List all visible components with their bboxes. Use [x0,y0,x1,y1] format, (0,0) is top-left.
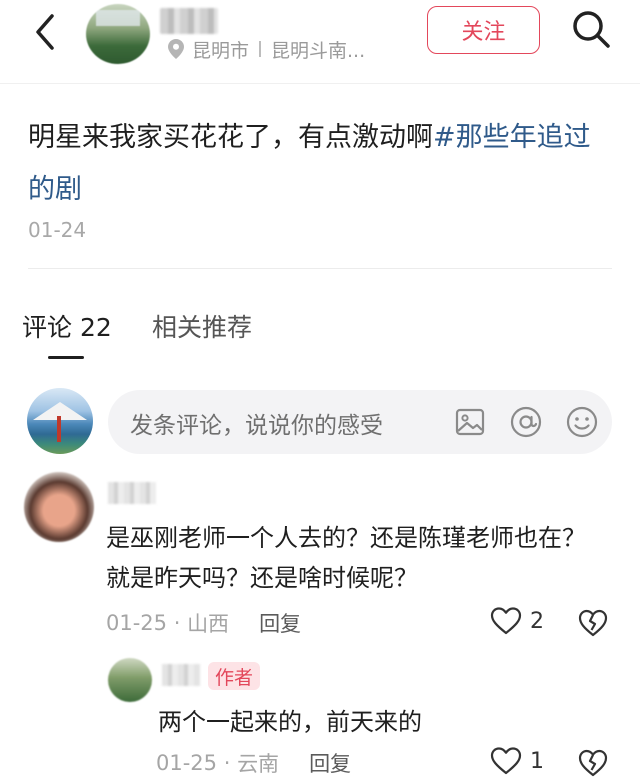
post-date: 01-24 [28,218,87,242]
heart-icon [490,747,522,775]
author-badge: 作者 [208,662,260,690]
reply-button[interactable]: 回复 [309,748,351,778]
follow-button[interactable]: 关注 [427,6,540,54]
broken-heart-icon[interactable] [578,748,608,778]
comment-input[interactable]: 发条评论，说说你的感受 [108,390,612,454]
search-button[interactable] [570,8,612,50]
author-name-blurred[interactable] [160,8,218,34]
avatar-pole-shape [57,416,61,442]
post-body-text: 明星来我家买花花了，有点激动啊 [28,122,433,153]
reply-button[interactable]: 回复 [259,608,301,638]
my-avatar[interactable] [27,388,93,454]
reply-text: 两个一起来的，前天来的 [158,708,422,736]
back-button[interactable] [26,12,66,52]
location-separator [259,41,262,57]
location-pin-icon [168,39,184,59]
comment-meta: 01-25 · 山西 回复 [106,608,301,638]
like-count: 1 [530,748,544,774]
heart-icon [490,607,522,635]
comment-text: 是巫刚老师一个人去的？还是陈瑾老师也在？就是昨天吗？还是啥时候呢？ [106,524,586,592]
top-bar: 昆明市 昆明斗南... 关注 [0,0,640,84]
reply-date: 01-25 [156,751,218,775]
post-text: 明星来我家买花花了，有点激动啊#那些年追过的剧 [28,112,613,216]
commenter-avatar[interactable] [24,472,94,542]
like-button[interactable]: 2 [490,606,544,636]
reply-name-blurred[interactable] [162,664,200,686]
reply-meta: 01-25 · 云南 回复 [156,748,351,778]
location-city: 昆明市 [192,39,250,62]
comment-date: 01-25 [106,611,168,635]
tab-related[interactable]: 相关推荐 [152,308,252,344]
divider [28,268,612,269]
emoji-icon[interactable] [564,404,600,440]
meta-separator: · [217,751,238,775]
meta-separator: · [167,611,188,635]
like-count: 2 [530,608,544,634]
location-detail: 昆明斗南... [271,39,366,62]
tab-comments[interactable]: 评论 22 [22,308,112,344]
reply-avatar[interactable] [108,658,152,702]
location-row[interactable]: 昆明市 昆明斗南... [168,36,365,62]
author-avatar[interactable] [86,4,150,64]
chevron-left-icon [36,14,54,50]
active-tab-indicator [48,356,84,359]
comment-region: 山西 [187,612,230,636]
reply-region: 云南 [237,752,280,776]
broken-heart-icon[interactable] [578,608,608,638]
commenter-name-blurred[interactable] [108,482,156,504]
like-button[interactable]: 1 [490,746,544,776]
comment-input-placeholder: 发条评论，说说你的感受 [130,413,383,439]
search-icon [573,11,610,48]
at-icon[interactable] [508,404,544,440]
image-icon[interactable] [452,404,488,440]
